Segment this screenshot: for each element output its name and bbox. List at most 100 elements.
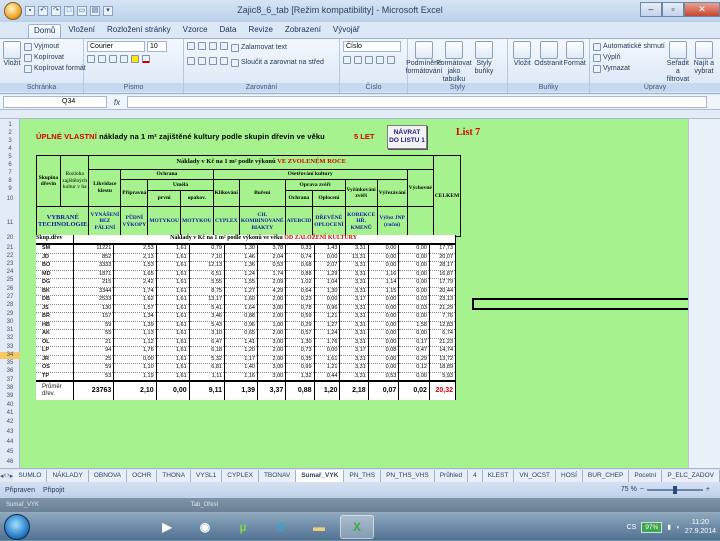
value-cell[interactable]: 1,19 bbox=[113, 372, 157, 382]
value-cell[interactable]: 0,00 bbox=[368, 295, 400, 305]
value-cell[interactable]: 1,53 bbox=[113, 261, 157, 271]
value-cell[interactable]: 1,21 bbox=[314, 363, 341, 373]
value-cell[interactable]: 1,74 bbox=[113, 287, 157, 296]
value-cell[interactable]: 1,24 bbox=[224, 270, 258, 279]
value-cell[interactable]: 1,61 bbox=[156, 338, 190, 347]
format-painter-button[interactable]: Kopírovat formát bbox=[24, 63, 86, 74]
value-cell[interactable]: 0,00 bbox=[314, 346, 341, 356]
value-cell[interactable]: 1,55 bbox=[224, 278, 258, 288]
italic-icon[interactable] bbox=[98, 55, 106, 63]
value-cell[interactable]: 0,64 bbox=[285, 287, 315, 296]
row-number[interactable]: 8 bbox=[0, 178, 20, 185]
value-cell[interactable]: 2,42 bbox=[113, 278, 157, 288]
value-cell[interactable]: 59 bbox=[73, 363, 115, 373]
zoom-slider-knob[interactable] bbox=[672, 485, 677, 494]
value-cell[interactable]: 0,00 bbox=[113, 355, 157, 364]
format-cells-button[interactable]: Formát bbox=[564, 41, 587, 68]
value-cell[interactable]: 1,61 bbox=[156, 346, 190, 356]
value-cell[interactable]: 1,27 bbox=[224, 287, 258, 296]
fx-icon[interactable]: fx bbox=[110, 98, 124, 107]
cell-styles-button[interactable]: Styly buňky bbox=[471, 41, 497, 84]
chevron-down-icon[interactable]: ▾ bbox=[103, 6, 113, 16]
value-cell[interactable]: 21,23 bbox=[429, 338, 457, 347]
row-number[interactable]: 11 bbox=[0, 220, 20, 227]
volume-icon[interactable]: ◖ bbox=[676, 524, 680, 531]
value-cell[interactable]: 1,24 bbox=[314, 329, 341, 339]
redo-icon[interactable]: ↷ bbox=[51, 6, 61, 16]
value-cell[interactable]: 1,58 bbox=[398, 321, 430, 330]
fill-color-icon[interactable] bbox=[131, 55, 139, 63]
value-cell[interactable]: 1,61 bbox=[156, 295, 190, 305]
value-cell[interactable]: 3,31 bbox=[339, 244, 369, 254]
value-cell[interactable]: 6,18 bbox=[189, 346, 226, 356]
value-cell[interactable]: 7,76 bbox=[429, 312, 457, 322]
value-cell[interactable]: 1,41 bbox=[224, 338, 258, 347]
value-cell[interactable]: 1,00 bbox=[257, 321, 287, 330]
value-cell[interactable]: 3,31 bbox=[339, 261, 369, 271]
maximize-button[interactable]: ▫ bbox=[662, 2, 684, 17]
value-cell[interactable]: 23,13 bbox=[429, 295, 457, 305]
value-cell[interactable]: 2,00 bbox=[257, 312, 287, 322]
new-icon[interactable]: □ bbox=[64, 6, 74, 16]
value-cell[interactable]: 0,96 bbox=[314, 304, 341, 313]
value-cell[interactable]: 1,04 bbox=[314, 278, 341, 288]
sheet-tab[interactable]: 4 bbox=[468, 469, 483, 482]
conditional-format-button[interactable]: Podmíněné formátování bbox=[406, 41, 442, 84]
species-cell[interactable]: BO bbox=[36, 261, 75, 271]
species-cell[interactable]: JD bbox=[36, 253, 75, 262]
utorrent-icon[interactable]: µ bbox=[226, 515, 260, 539]
sheet-tab[interactable]: P_ELC_ZADOV bbox=[662, 469, 720, 482]
row-number[interactable]: 31 bbox=[0, 327, 20, 334]
tab-formulas[interactable]: Vzorce bbox=[178, 24, 213, 38]
value-cell[interactable]: 0,12 bbox=[398, 363, 430, 373]
value-cell[interactable]: 3,31 bbox=[339, 321, 369, 330]
value-cell[interactable]: 0,78 bbox=[285, 304, 315, 313]
value-cell[interactable]: 0,00 bbox=[398, 312, 430, 322]
value-cell[interactable]: 0,00 bbox=[368, 355, 400, 364]
value-cell[interactable]: 0,96 bbox=[224, 321, 258, 330]
sheet-tab[interactable]: Sumař_VYK bbox=[296, 469, 345, 482]
sheet-tab[interactable]: HOSÍ bbox=[556, 469, 583, 482]
value-cell[interactable]: 3,31 bbox=[339, 312, 369, 322]
value-cell[interactable]: 94 bbox=[73, 346, 115, 356]
align-center-icon[interactable] bbox=[198, 57, 206, 65]
row-number[interactable]: 20 bbox=[0, 235, 20, 242]
value-cell[interactable]: 0,47 bbox=[398, 346, 430, 356]
species-cell[interactable]: MD bbox=[36, 270, 75, 279]
value-cell[interactable]: 1,15 bbox=[368, 287, 400, 296]
value-cell[interactable]: 0,00 bbox=[368, 304, 400, 313]
species-cell[interactable]: SM bbox=[36, 244, 75, 254]
vertical-scrollbar[interactable] bbox=[688, 119, 720, 468]
sheet-tab[interactable]: OBNOVA bbox=[88, 469, 128, 482]
value-cell[interactable]: 5,41 bbox=[189, 304, 226, 313]
value-cell[interactable]: 1,40 bbox=[224, 363, 258, 373]
value-cell[interactable]: 0,44 bbox=[314, 372, 341, 382]
row-number[interactable]: 5 bbox=[0, 154, 20, 161]
row-number[interactable]: 36 bbox=[0, 368, 20, 375]
name-box[interactable]: Q34 bbox=[3, 96, 107, 108]
row-number[interactable]: 25 bbox=[0, 277, 20, 284]
value-cell[interactable]: 852 bbox=[73, 253, 115, 262]
excel-taskbar-icon[interactable]: X bbox=[340, 514, 374, 539]
value-cell[interactable]: 1,62 bbox=[113, 295, 157, 305]
value-cell[interactable]: 0,65 bbox=[224, 329, 258, 339]
row-number[interactable]: 9 bbox=[0, 186, 20, 193]
value-cell[interactable]: 2,00 bbox=[257, 329, 287, 339]
value-cell[interactable]: 1,21 bbox=[314, 312, 341, 322]
value-cell[interactable]: 2,00 bbox=[257, 295, 287, 305]
sheet-tab[interactable]: NÁKLADY bbox=[47, 469, 89, 482]
total-value[interactable]: 0,07 bbox=[368, 380, 400, 400]
value-cell[interactable]: 0,88 bbox=[285, 270, 315, 279]
value-cell[interactable]: 6,47 bbox=[189, 338, 226, 347]
value-cell[interactable]: 1,16 bbox=[224, 372, 258, 382]
tab-home[interactable]: Domů bbox=[28, 24, 62, 38]
row-number[interactable]: 3 bbox=[0, 138, 20, 145]
value-cell[interactable]: 0,00 bbox=[368, 329, 400, 339]
value-cell[interactable]: 0,00 bbox=[368, 338, 400, 347]
explorer-icon[interactable]: ▬ bbox=[302, 515, 336, 539]
value-cell[interactable]: 3,31 bbox=[339, 304, 369, 313]
value-cell[interactable]: 1,16 bbox=[368, 270, 400, 279]
value-cell[interactable]: 6,81 bbox=[189, 363, 226, 373]
total-value[interactable]: 0,02 bbox=[398, 380, 430, 400]
sheet-tab[interactable]: SUMLO bbox=[13, 469, 48, 482]
